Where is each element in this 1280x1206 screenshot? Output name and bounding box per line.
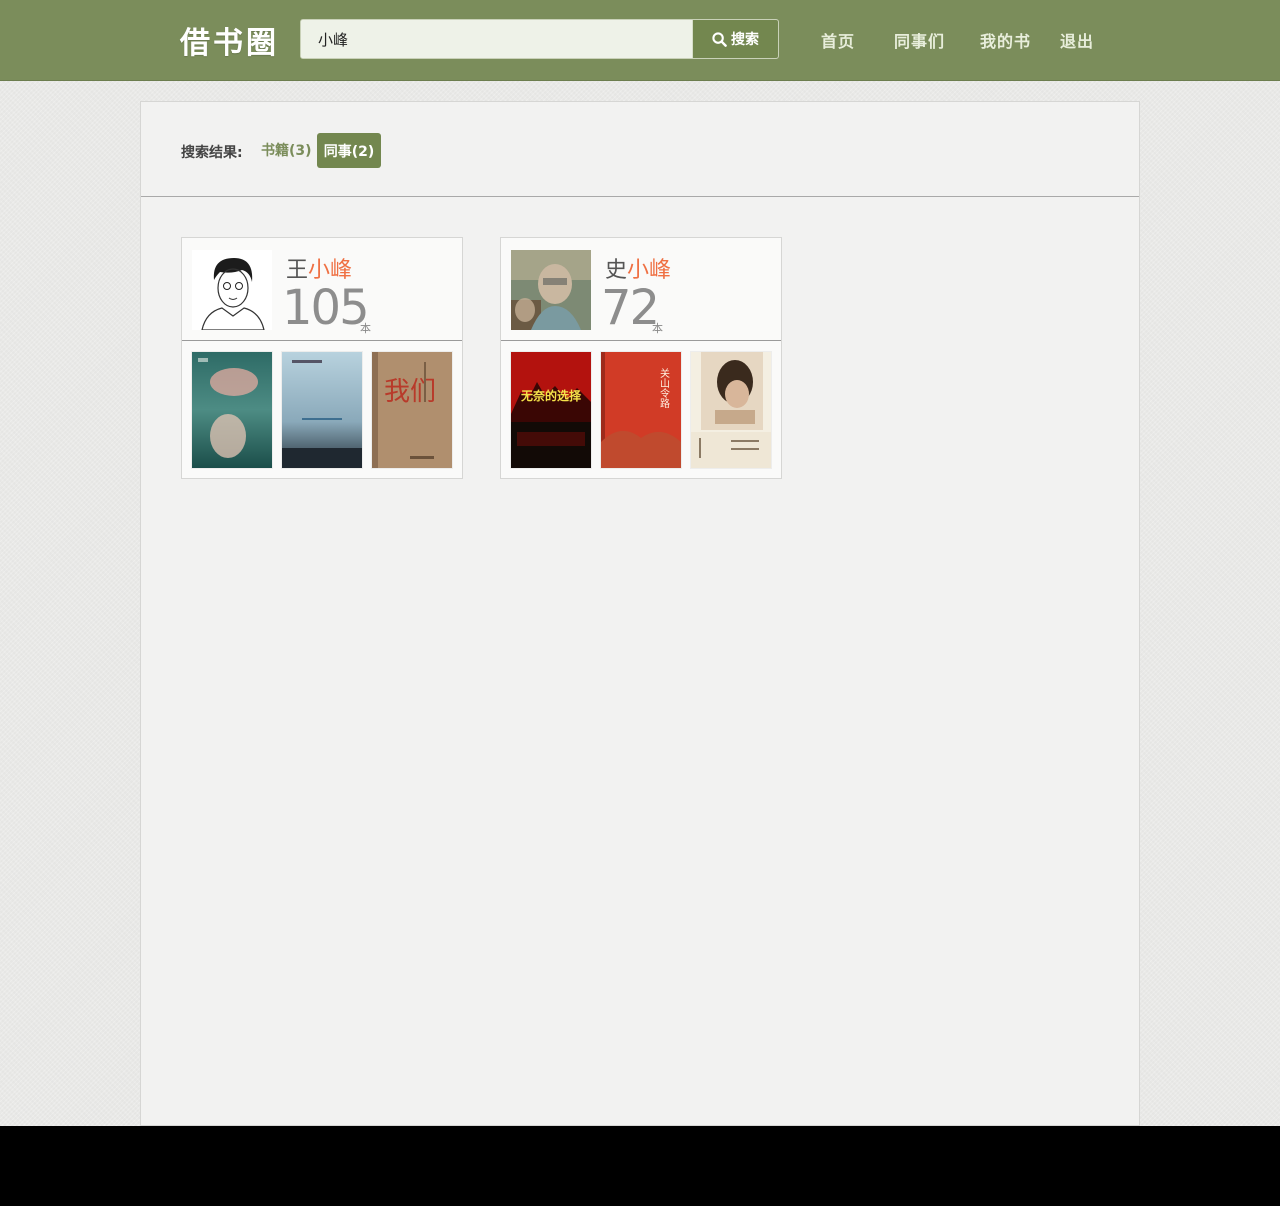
site-logo[interactable]: 借书圈: [180, 18, 279, 62]
book-cover-title: 我们: [384, 377, 436, 407]
book-count: 105: [282, 280, 370, 336]
nav-colleagues[interactable]: 同事们: [894, 28, 945, 52]
book-cover-title: 关山令路: [658, 367, 670, 409]
book-cover[interactable]: 关山令路: [601, 352, 681, 468]
nav-my-books[interactable]: 我的书: [980, 28, 1031, 52]
avatar[interactable]: [511, 250, 591, 330]
avatar[interactable]: [192, 250, 272, 330]
colleague-card-header: 王小峰 105 本: [182, 238, 462, 341]
book-count-unit: 本: [652, 322, 663, 335]
nav-home[interactable]: 首页: [821, 28, 855, 52]
book-cover[interactable]: [192, 352, 272, 468]
filter-books-tab[interactable]: 书籍(3): [261, 140, 312, 160]
search-icon: [712, 31, 727, 47]
search-input[interactable]: [301, 20, 692, 58]
search-button-label: 搜索: [731, 32, 759, 48]
search-results-bar: 搜索结果: 书籍(3) 同事(2): [141, 102, 1139, 197]
results-label: 搜索结果:: [181, 145, 243, 161]
search-button[interactable]: 搜索: [692, 20, 778, 58]
book-cover[interactable]: [691, 352, 771, 468]
nav-logout[interactable]: 退出: [1060, 28, 1094, 52]
book-cover-title: 无奈的选择: [520, 388, 582, 403]
main-panel: 搜索结果: 书籍(3) 同事(2) 王小峰 105 本 我们 史小峰 72 本 …: [140, 101, 1140, 1126]
book-cover[interactable]: 我们: [372, 352, 452, 468]
book-list: 无奈的选择 关山令路: [511, 352, 773, 469]
book-cover[interactable]: [282, 352, 362, 468]
book-count-unit: 本: [360, 322, 371, 335]
book-cover[interactable]: 无奈的选择: [511, 352, 591, 468]
search-form: 搜索: [300, 19, 779, 59]
colleague-card[interactable]: 史小峰 72 本 无奈的选择 关山令路: [500, 237, 782, 479]
colleague-card[interactable]: 王小峰 105 本 我们: [181, 237, 463, 479]
footer-bar: [0, 1126, 1280, 1206]
book-count: 72: [601, 280, 660, 336]
filter-colleagues-tab[interactable]: 同事(2): [317, 133, 381, 168]
book-list: 我们: [192, 352, 454, 469]
top-navbar: 借书圈 搜索 首页 同事们 我的书 退出: [0, 0, 1280, 81]
colleague-card-header: 史小峰 72 本: [501, 238, 781, 341]
